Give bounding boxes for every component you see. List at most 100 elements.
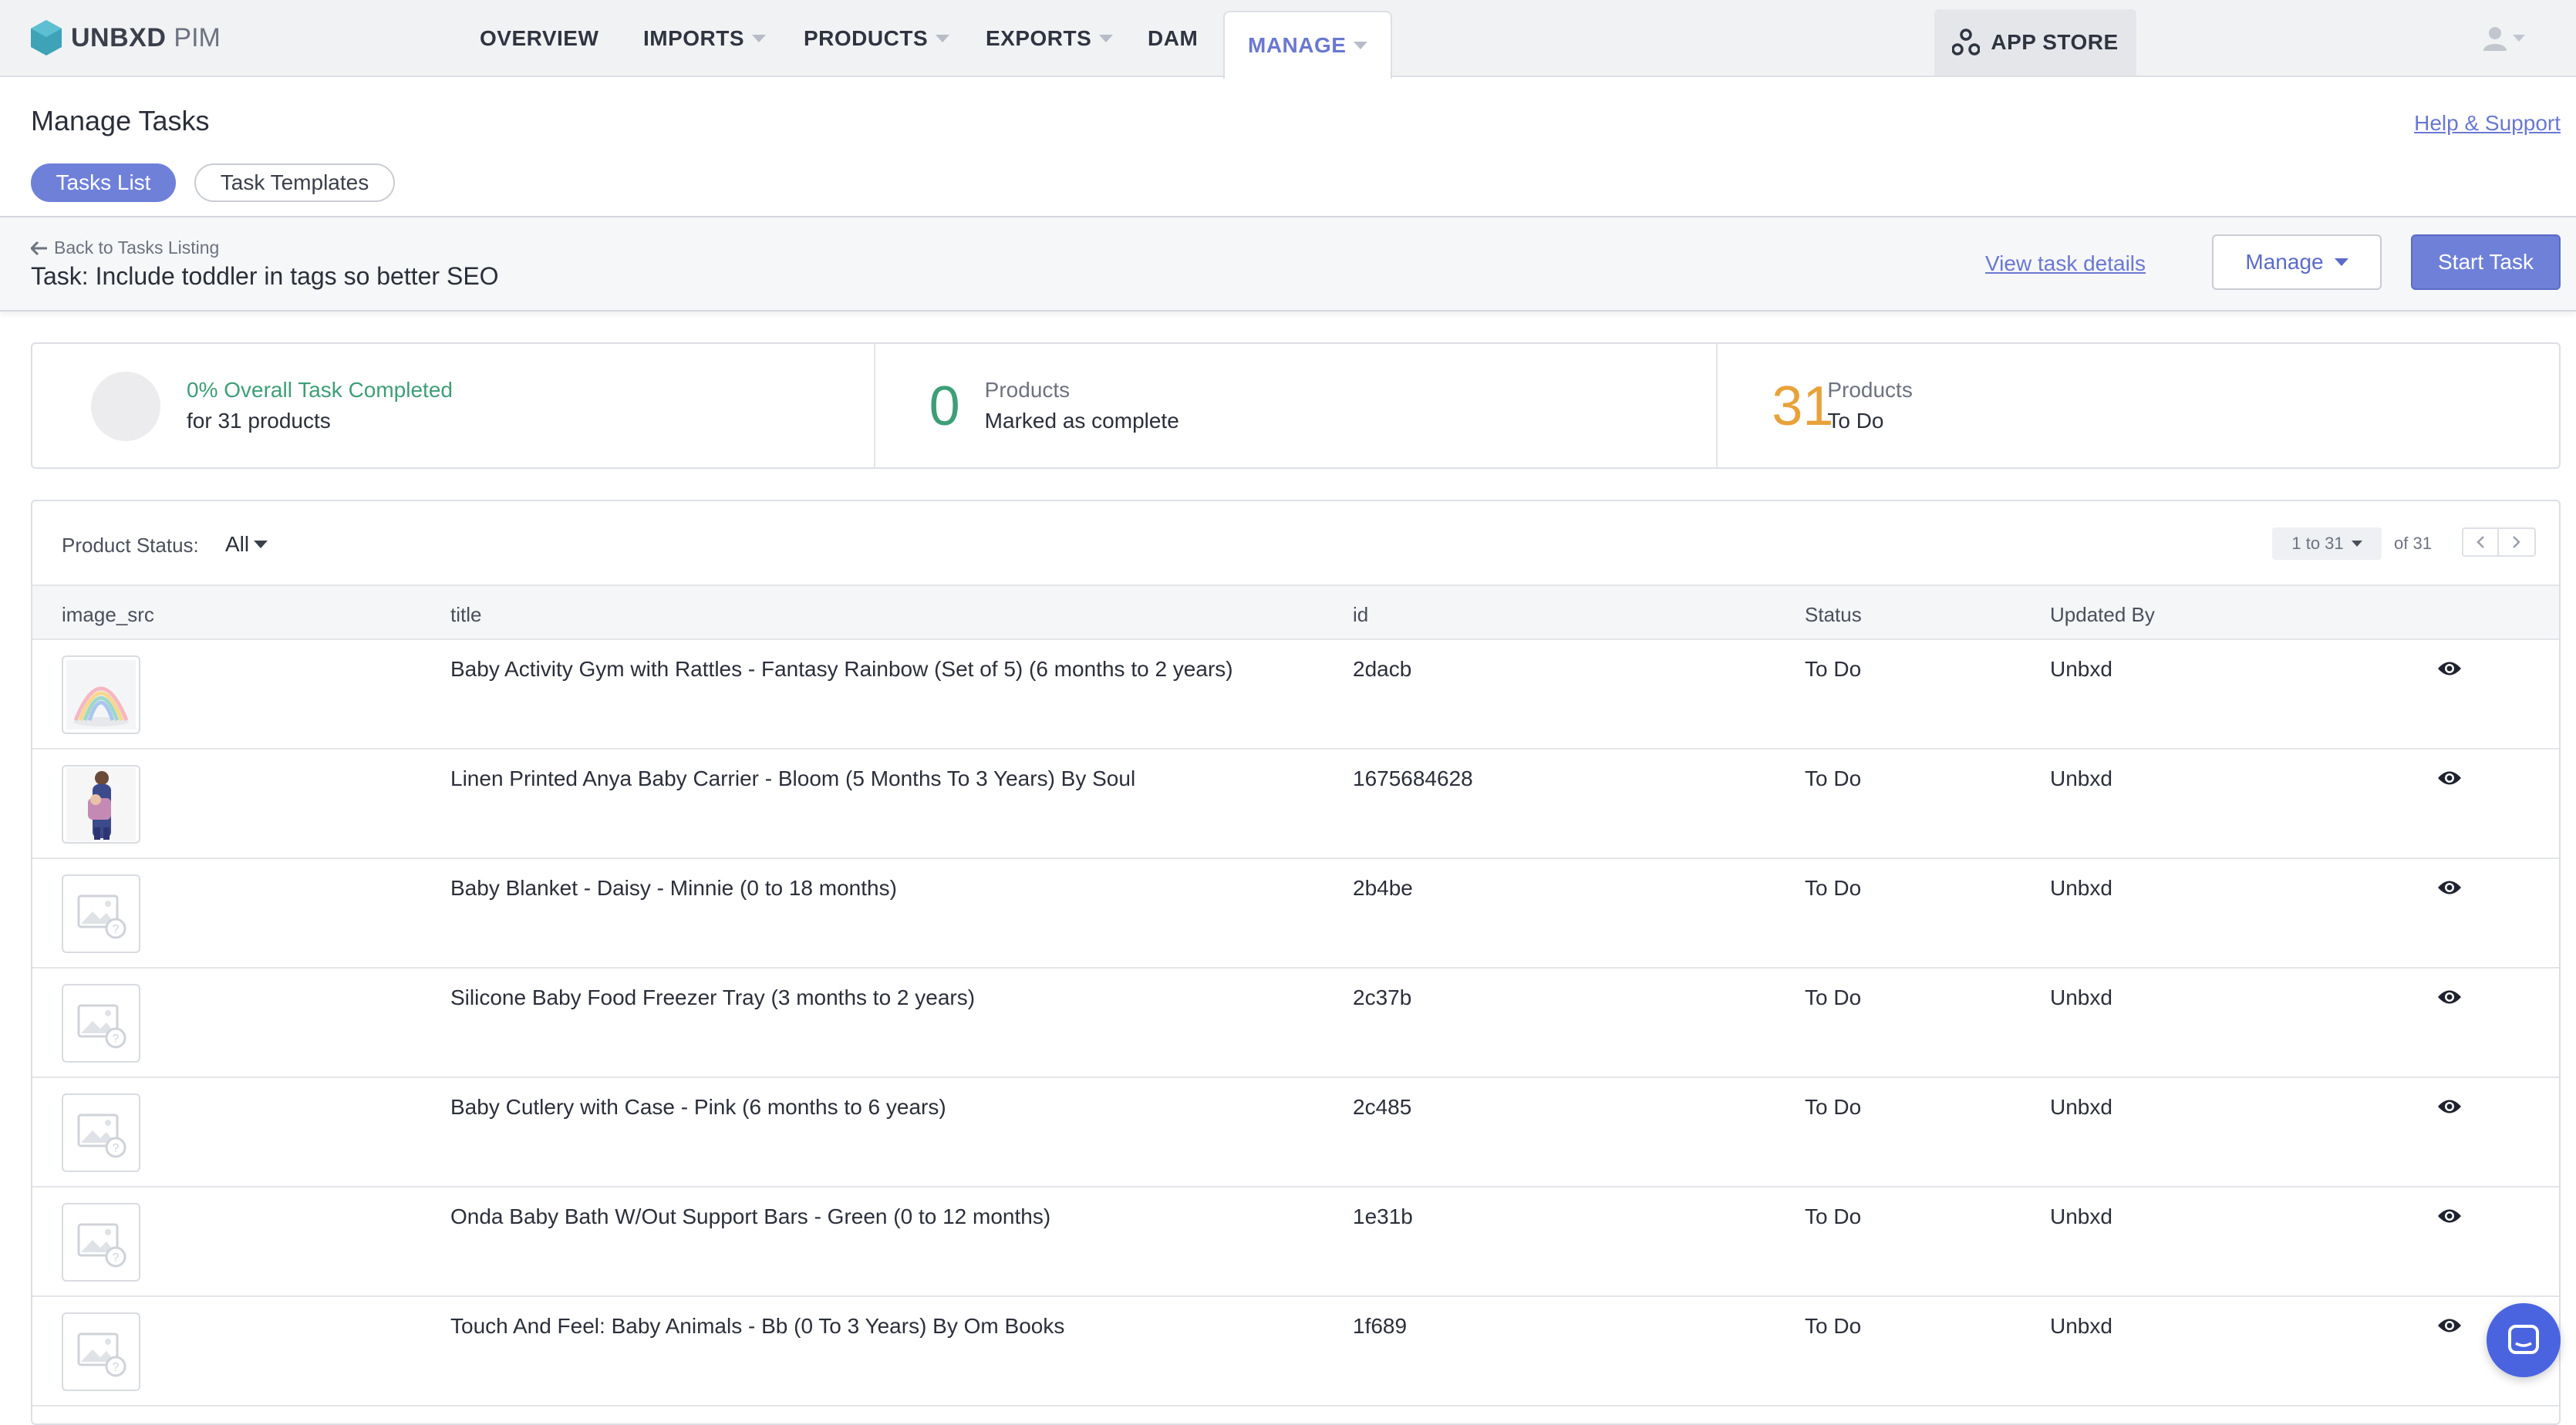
row-id: 1675684628 (1353, 766, 1473, 790)
chevron-down-icon (936, 35, 950, 42)
task-name: Task: Include toddler in tags so better … (31, 262, 499, 290)
chevron-down-icon (752, 35, 767, 42)
nav-dam-label: DAM (1148, 26, 1199, 50)
product-thumbnail[interactable]: ? (62, 1093, 140, 1172)
manage-dropdown-button[interactable]: Manage (2212, 234, 2382, 290)
svg-text:?: ? (113, 1252, 120, 1265)
complete-count: 0 (929, 376, 960, 437)
row-id: 2c485 (1353, 1095, 1412, 1119)
tab-tasks-list[interactable]: Tasks List (31, 163, 176, 202)
row-id: 1e31b (1353, 1204, 1413, 1228)
back-to-tasks-link[interactable]: Back to Tasks Listing (31, 238, 219, 258)
row-status: To Do (1805, 1095, 1862, 1119)
row-status: To Do (1805, 985, 1862, 1009)
column-header-updated-by[interactable]: Updated By (2050, 603, 2155, 627)
eye-icon[interactable] (2437, 1098, 2462, 1115)
status-filter-dropdown[interactable]: All (225, 532, 268, 557)
eye-icon[interactable] (2437, 1317, 2462, 1334)
row-title: Baby Activity Gym with Rattles - Fantasy… (450, 657, 1233, 681)
table-row[interactable]: ? Baby Blanket - Daisy - Minnie (0 to 18… (32, 859, 2559, 969)
todo-label: Products (1827, 378, 1913, 402)
progress-circle (91, 372, 160, 441)
status-filter-label: Product Status: (62, 534, 199, 557)
user-menu[interactable] (2482, 25, 2525, 51)
table-row[interactable]: ? Touch And Feel: Baby Animals - Bb (0 T… (32, 1297, 2559, 1406)
row-title: Linen Printed Anya Baby Carrier - Bloom … (450, 766, 1136, 790)
row-status: To Do (1805, 1314, 1862, 1338)
hexagon-logo-icon (31, 20, 62, 56)
eye-icon[interactable] (2437, 989, 2462, 1006)
task-stats: 0% Overall Task Completed for 31 product… (31, 342, 2561, 469)
eye-icon[interactable] (2437, 879, 2462, 896)
nav-overview-label: OVERVIEW (480, 26, 599, 50)
row-updated-by: Unbxd (2050, 1204, 2112, 1228)
row-status: To Do (1805, 657, 1862, 681)
row-id: 1f689 (1353, 1314, 1408, 1338)
column-header-status[interactable]: Status (1805, 603, 1862, 627)
eye-icon[interactable] (2437, 1208, 2462, 1225)
products-table-panel: Product Status: All 1 to 31 of 31 image_… (31, 500, 2561, 1425)
eye-icon[interactable] (2437, 770, 2462, 787)
nav-products-label: PRODUCTS (804, 26, 929, 50)
nav-imports-label: IMPORTS (643, 26, 745, 50)
column-header-id[interactable]: id (1353, 603, 1368, 627)
complete-label: Products (984, 378, 1071, 402)
chevron-down-icon (2334, 258, 2348, 266)
nav-dam[interactable]: DAM (1148, 0, 1198, 77)
back-link-label: Back to Tasks Listing (54, 238, 220, 258)
row-title: Baby Blanket - Daisy - Minnie (0 to 18 m… (450, 876, 897, 900)
page-range-select[interactable]: 1 to 31 (2272, 527, 2382, 560)
product-thumbnail[interactable]: ? (62, 1203, 140, 1282)
product-thumbnail[interactable] (62, 655, 140, 734)
nav-overview[interactable]: OVERVIEW (480, 0, 598, 77)
page-title: Manage Tasks (31, 105, 210, 136)
nav-manage[interactable]: MANAGE (1223, 11, 1393, 79)
logo[interactable]: UNBXD PIM (29, 19, 221, 57)
product-thumbnail[interactable]: ? (62, 1312, 140, 1391)
user-icon (2483, 27, 2507, 51)
row-updated-by: Unbxd (2050, 1095, 2112, 1119)
next-page-button[interactable] (2499, 527, 2536, 557)
page-range-value: 1 to 31 (2291, 534, 2344, 553)
prev-page-button[interactable] (2462, 527, 2499, 557)
table-row[interactable]: Baby Activity Gym with Rattles - Fantasy… (32, 640, 2559, 750)
chevron-down-icon (1099, 35, 1114, 42)
top-nav: UNBXD PIM OVERVIEW IMPORTS PRODUCTS EXPO… (0, 0, 2576, 79)
row-updated-by: Unbxd (2050, 766, 2112, 790)
table-row[interactable]: ? Baby Cutlery with Case - Pink (6 month… (32, 1078, 2559, 1188)
tab-task-templates[interactable]: Task Templates (194, 163, 395, 202)
image-placeholder-icon: ? (77, 1223, 126, 1268)
view-task-details-link[interactable]: View task details (1985, 251, 2146, 276)
product-thumbnail[interactable]: ? (62, 984, 140, 1063)
column-header-title[interactable]: title (450, 603, 481, 627)
rainbow-gym-image (66, 660, 136, 729)
nav-products[interactable]: PRODUCTS (804, 0, 950, 77)
product-thumbnail[interactable] (62, 765, 140, 844)
row-title: Touch And Feel: Baby Animals - Bb (0 To … (450, 1314, 1065, 1338)
chevron-down-icon (254, 541, 268, 548)
help-support-link[interactable]: Help & Support (2414, 111, 2561, 136)
svg-text:?: ? (113, 923, 120, 936)
start-task-button[interactable]: Start Task (2411, 234, 2561, 290)
nav-imports[interactable]: IMPORTS (643, 0, 767, 77)
complete-sublabel: Marked as complete (984, 409, 1179, 433)
product-thumbnail[interactable]: ? (62, 874, 140, 953)
chevron-right-icon (2513, 536, 2520, 548)
table-row[interactable]: ? Silicone Baby Food Freezer Tray (3 mon… (32, 969, 2559, 1078)
app-store-button[interactable]: APP STORE (1934, 9, 2136, 76)
table-row[interactable]: Linen Printed Anya Baby Carrier - Bloom … (32, 750, 2559, 859)
row-title: Onda Baby Bath W/Out Support Bars - Gree… (450, 1204, 1051, 1228)
row-title: Silicone Baby Food Freezer Tray (3 month… (450, 985, 976, 1009)
chevron-down-icon (2513, 34, 2525, 42)
table-row[interactable]: ? Onda Baby Bath W/Out Support Bars - Gr… (32, 1188, 2559, 1297)
column-header-image[interactable]: image_src (62, 603, 154, 627)
nav-exports[interactable]: EXPORTS (986, 0, 1114, 77)
row-title: Baby Cutlery with Case - Pink (6 months … (450, 1095, 946, 1119)
svg-text:?: ? (113, 1361, 120, 1374)
page-total: of 31 (2394, 534, 2432, 553)
chat-launcher-button[interactable] (2487, 1303, 2561, 1377)
row-updated-by: Unbxd (2050, 876, 2112, 900)
eye-icon[interactable] (2437, 660, 2462, 677)
row-id: 2dacb (1353, 657, 1412, 681)
row-updated-by: Unbxd (2050, 1314, 2112, 1338)
